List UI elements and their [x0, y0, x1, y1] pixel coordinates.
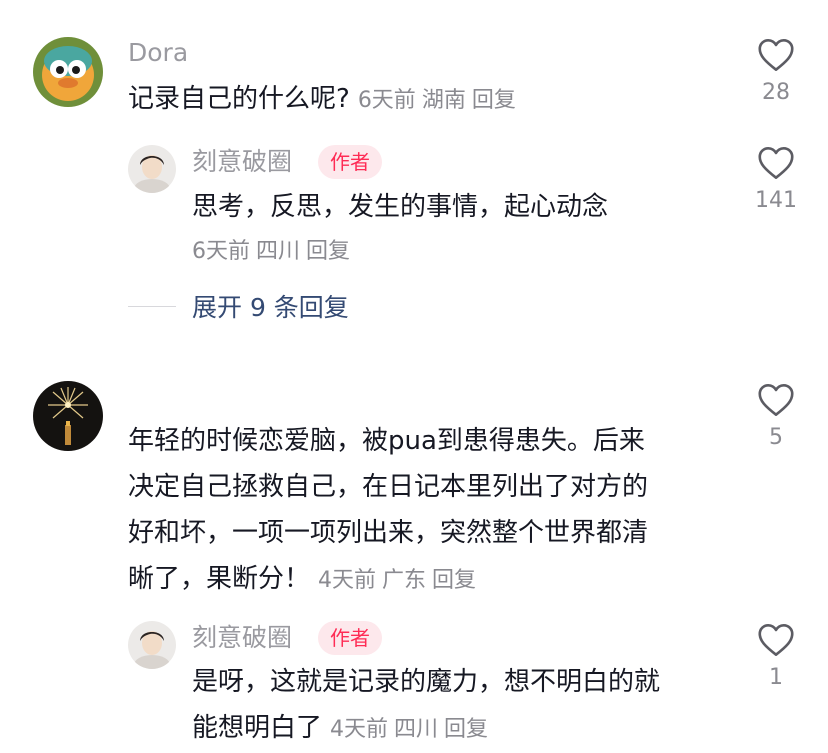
author-badge: 作者 — [318, 145, 382, 179]
comment-meta: 6天前 湖南 回复 — [358, 88, 522, 113]
avatar-fireworks[interactable] — [33, 381, 103, 451]
expand-divider — [128, 305, 176, 307]
reply-button[interactable]: 回复 — [306, 239, 350, 264]
comment-location: 广东 — [382, 568, 427, 593]
comment-time: 6天前 — [357, 88, 416, 113]
comment-text: 记录自己的什么呢? 6天前 湖南 回复 — [128, 76, 522, 124]
avatar-author[interactable] — [128, 621, 176, 669]
reply-location: 四川 — [394, 717, 439, 742]
comment-text: 年轻的时候恋爱脑，被pua到患得患失。后来 决定自己拯救自己，在日记本里列出了对… — [128, 418, 648, 604]
like-button[interactable]: 5 — [741, 383, 811, 451]
reply-username[interactable]: 刻意破圈 — [192, 147, 292, 177]
like-count: 1 — [769, 665, 783, 690]
comment-time: 4天前 — [318, 568, 377, 593]
heart-outline-icon — [758, 384, 794, 416]
comment-text-line: 决定自己拯救自己，在日记本里列出了对方的 — [128, 472, 649, 502]
reply-text-line: 能想明白了 — [192, 713, 323, 743]
comment-text-line: 年轻的时候恋爱脑，被pua到患得患失。后来 — [128, 426, 645, 456]
like-count: 5 — [769, 425, 783, 450]
reply-text: 思考，反思，发生的事情，起心动念 — [192, 192, 609, 222]
reply-time: 6天前 — [192, 239, 250, 264]
comment-text-line: 好和坏，一项一项列出来，突然整个世界都清 — [128, 518, 649, 548]
heart-outline-icon — [758, 39, 794, 71]
avatar-image — [33, 381, 103, 451]
reply-button[interactable]: 回复 — [444, 717, 488, 742]
author-badge: 作者 — [318, 621, 382, 655]
avatar-author[interactable] — [128, 145, 176, 193]
expand-replies-label[interactable]: 展开 9 条回复 — [192, 288, 349, 324]
expand-replies[interactable]: 展开 9 条回复 — [128, 288, 349, 324]
comment-text-line: 晰了，果断分！ — [128, 564, 311, 594]
like-count: 141 — [755, 188, 797, 213]
reply-username[interactable]: 刻意破圈 — [192, 623, 292, 653]
heart-outline-icon — [758, 624, 794, 656]
avatar-image — [33, 37, 103, 107]
like-count: 28 — [762, 80, 790, 105]
reply-meta: 6天前 四川 回复 — [192, 237, 356, 267]
like-button[interactable]: 141 — [741, 146, 811, 214]
avatar-image — [128, 621, 176, 669]
reply-button[interactable]: 回复 — [432, 568, 476, 593]
heart-outline-icon — [758, 147, 794, 179]
reply-time: 4天前 — [330, 717, 389, 742]
comment-text-line: 记录自己的什么呢? — [128, 84, 350, 114]
reply-meta: 4天前 四川 回复 — [330, 717, 494, 742]
avatar-image — [128, 145, 176, 193]
comment-location: 湖南 — [421, 88, 466, 113]
reply-button[interactable]: 回复 — [472, 88, 516, 113]
like-button[interactable]: 1 — [741, 623, 811, 691]
reply-text: 是呀，这就是记录的魔力，想不明白的就 能想明白了 4天前 四川 回复 — [192, 659, 660, 753]
comment-meta: 4天前 广东 回复 — [318, 568, 482, 593]
comment-username[interactable]: Dora — [128, 38, 188, 68]
reply-text-line: 是呀，这就是记录的魔力，想不明白的就 — [192, 667, 661, 697]
avatar-dora[interactable] — [33, 37, 103, 107]
like-button[interactable]: 28 — [741, 38, 811, 106]
reply-location: 四川 — [256, 239, 301, 264]
